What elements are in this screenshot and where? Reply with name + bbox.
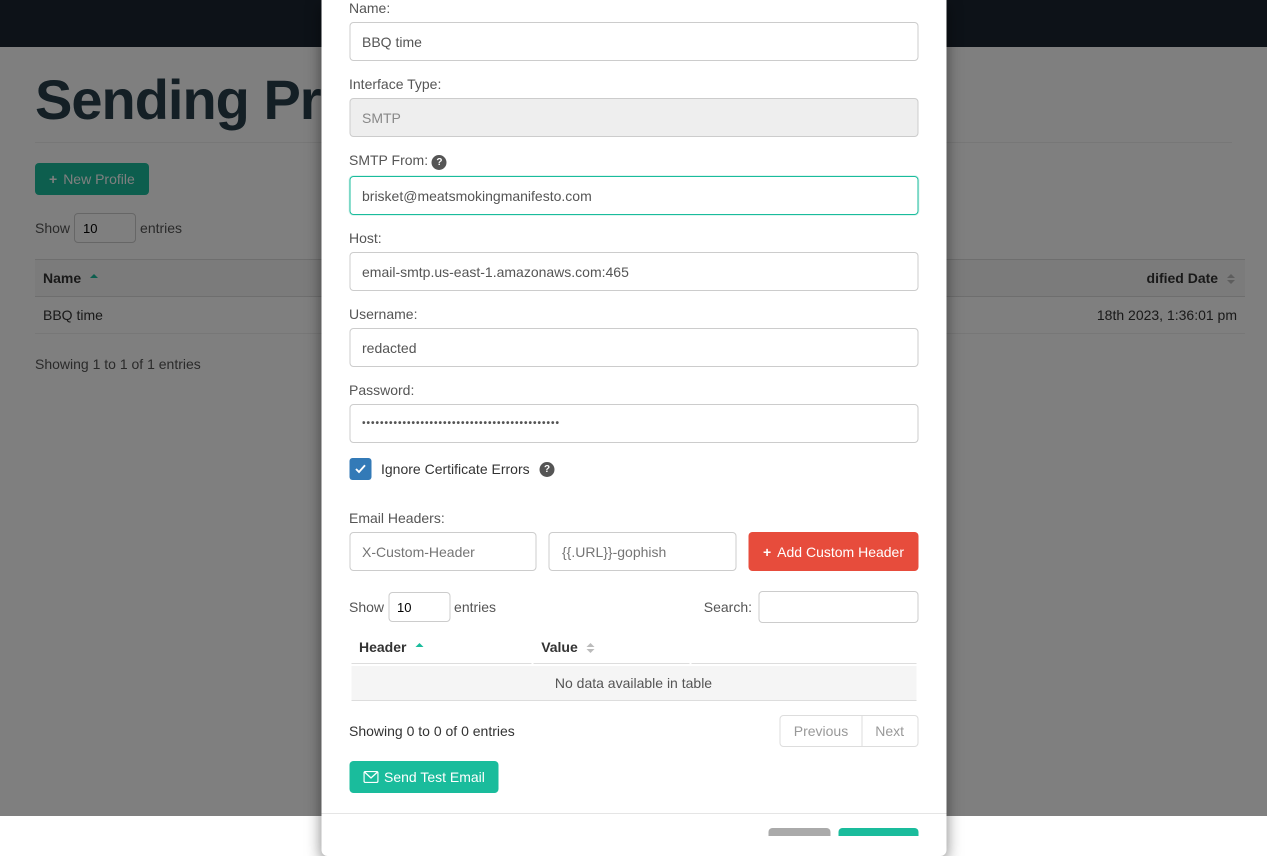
entries-label: entries (454, 599, 496, 615)
pagination: Previous Next (780, 715, 918, 747)
ignore-cert-label: Ignore Certificate Errors (381, 461, 530, 477)
interface-type-input (349, 98, 918, 137)
name-label: Name: (349, 0, 918, 16)
email-headers-label: Email Headers: (349, 510, 918, 526)
header-key-input[interactable] (349, 532, 537, 571)
send-test-label: Send Test Email (384, 769, 485, 785)
show-label: Show (349, 599, 384, 615)
column-header-label: Header (359, 639, 406, 655)
add-header-label: Add Custom Header (777, 544, 904, 560)
headers-search-input[interactable] (758, 591, 918, 623)
plus-icon: + (763, 544, 771, 560)
host-input[interactable] (349, 252, 918, 291)
send-test-email-button[interactable]: Send Test Email (349, 761, 499, 793)
smtp-from-label: SMTP From: ? (349, 152, 918, 170)
column-value-label: Value (541, 639, 578, 655)
envelope-icon (363, 771, 378, 783)
check-icon (354, 463, 366, 475)
search-label: Search: (704, 599, 752, 615)
sending-profile-modal: Name: Interface Type: SMTP From: ? Host:… (321, 0, 946, 856)
column-value[interactable]: Value (533, 631, 689, 664)
password-label: Password: (349, 382, 918, 398)
no-data-row: No data available in table (351, 666, 916, 701)
sort-both-icon (585, 641, 597, 655)
column-actions (692, 631, 916, 664)
previous-button[interactable]: Previous (780, 715, 862, 747)
username-input[interactable] (349, 328, 918, 367)
header-value-input[interactable] (549, 532, 737, 571)
name-input[interactable] (349, 22, 918, 61)
help-icon[interactable]: ? (432, 155, 447, 170)
interface-type-label: Interface Type: (349, 76, 918, 92)
headers-info: Showing 0 to 0 of 0 entries (349, 723, 515, 739)
ignore-cert-checkbox[interactable] (349, 458, 371, 480)
save-profile-button[interactable] (838, 828, 918, 836)
smtp-from-label-text: SMTP From: (349, 152, 428, 168)
smtp-from-input[interactable] (349, 176, 918, 215)
headers-entries-select[interactable] (388, 592, 450, 622)
password-input[interactable] (349, 404, 918, 443)
sort-asc-icon (413, 641, 425, 655)
add-custom-header-button[interactable]: + Add Custom Header (749, 532, 918, 571)
host-label: Host: (349, 230, 918, 246)
username-label: Username: (349, 306, 918, 322)
headers-table: Header Value No data available in table (349, 629, 918, 703)
column-header[interactable]: Header (351, 631, 531, 664)
modal-footer (321, 813, 946, 836)
cancel-button[interactable] (768, 828, 830, 836)
help-icon[interactable]: ? (540, 462, 555, 477)
next-button[interactable]: Next (862, 715, 918, 747)
